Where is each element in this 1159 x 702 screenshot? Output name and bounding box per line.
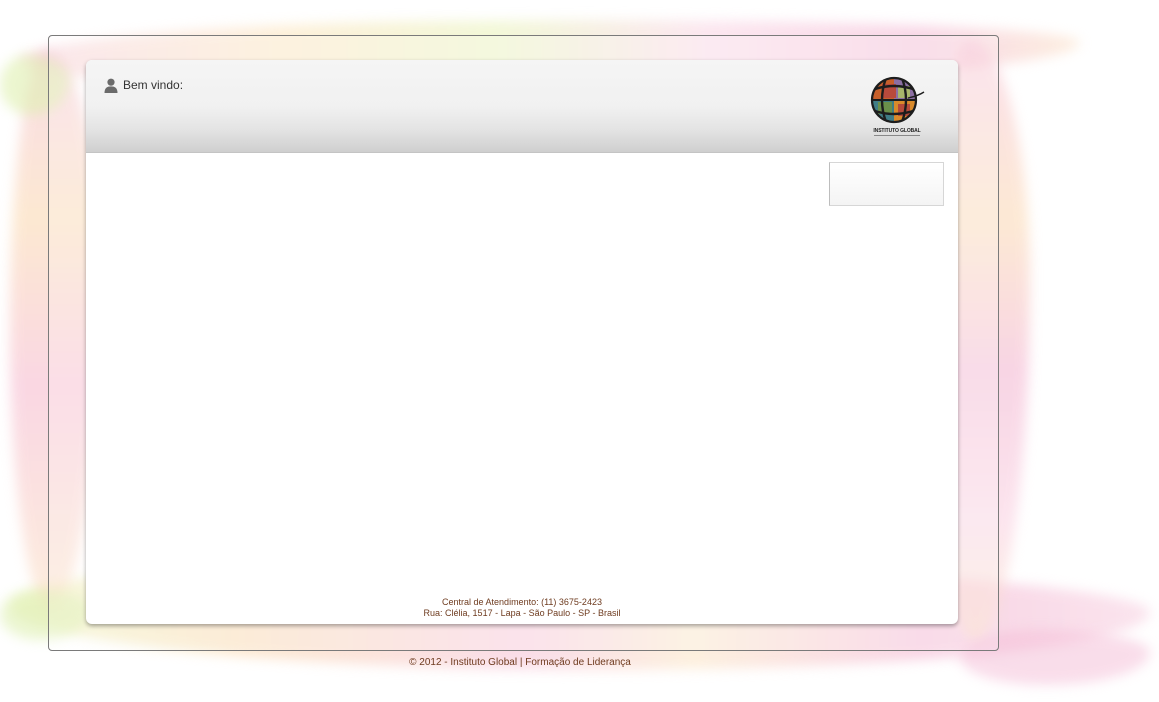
contact-phone: Central de Atendimento: (11) 3675-2423 <box>442 597 602 607</box>
globe-icon <box>870 76 925 124</box>
contact-address: Rua: Clélia, 1517 - Lapa - São Paulo - S… <box>423 608 621 618</box>
main-panel: Bem vindo: INSTITUTO GLOBAL Central de A… <box>86 60 958 624</box>
instituto-global-logo[interactable]: INSTITUTO GLOBAL <box>868 76 926 146</box>
contact-info: Central de Atendimento: (11) 3675-2423 R… <box>86 597 958 619</box>
logo-text: INSTITUTO GLOBAL <box>873 128 921 134</box>
side-panel-box <box>829 162 944 206</box>
page-background: Bem vindo: INSTITUTO GLOBAL Central de A… <box>0 0 1159 702</box>
welcome-greeting: Bem vindo: <box>104 76 183 94</box>
header-bar: Bem vindo: INSTITUTO GLOBAL <box>86 60 958 153</box>
logo-underline <box>874 135 920 136</box>
user-icon <box>104 78 118 93</box>
welcome-label: Bem vindo: <box>123 78 184 92</box>
copyright-text: © 2012 - Instituto Global | Formação de … <box>409 657 631 668</box>
